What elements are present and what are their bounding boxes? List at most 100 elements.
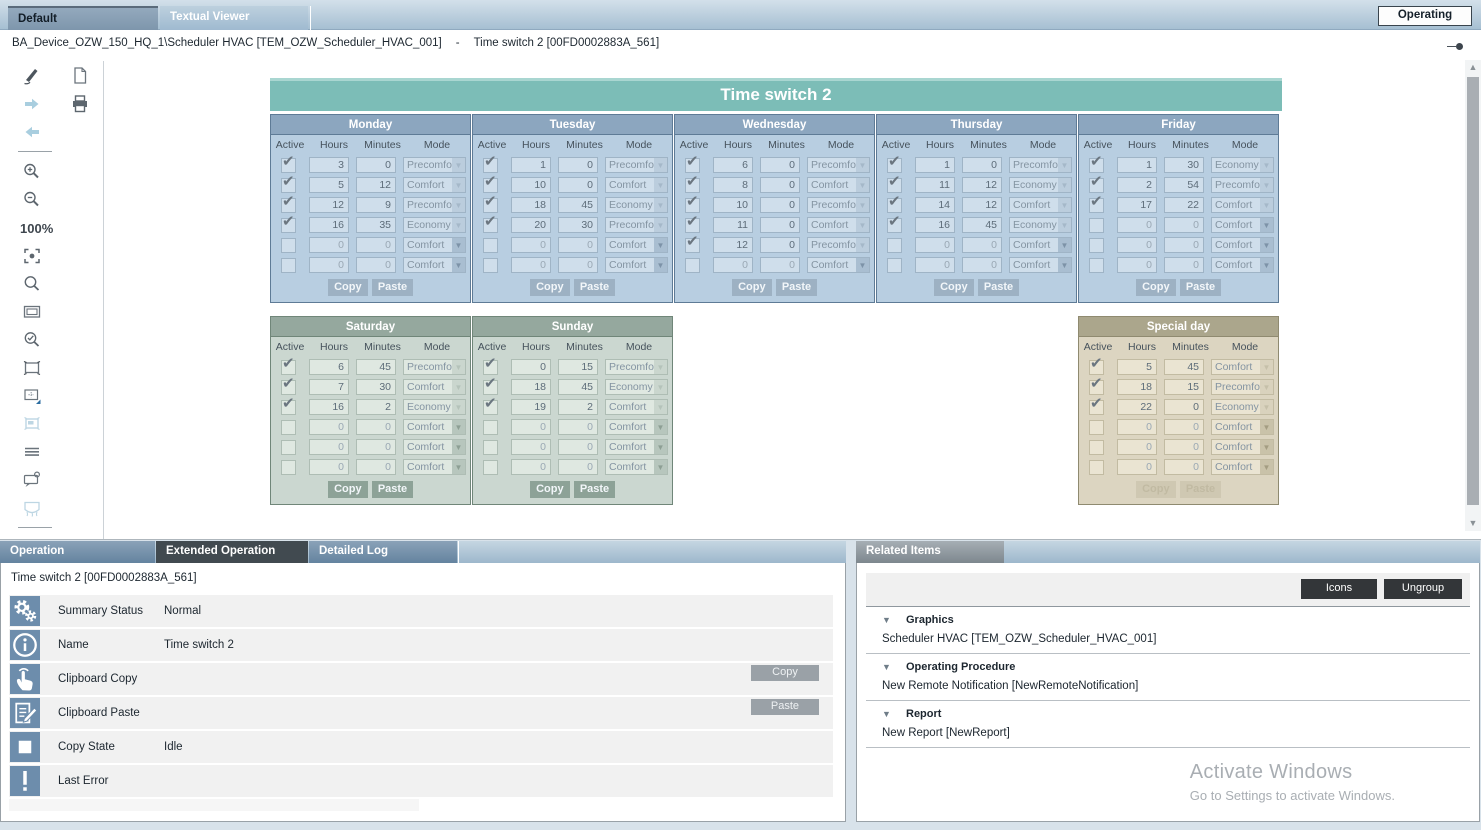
active-checkbox[interactable] — [281, 440, 296, 455]
mode-select[interactable]: Economy▼ — [403, 217, 466, 233]
active-checkbox[interactable] — [483, 258, 498, 273]
paste-button[interactable]: Paste — [574, 481, 615, 498]
section-header[interactable]: ▼Operating Procedure — [882, 661, 1470, 673]
ungroup-button[interactable]: Ungroup — [1384, 579, 1462, 599]
active-checkbox[interactable]: ✔ — [281, 198, 296, 213]
minutes-input[interactable]: 12 — [962, 197, 1002, 213]
dropdown-arrow-icon[interactable]: ▼ — [856, 198, 869, 212]
active-checkbox[interactable]: ✔ — [483, 198, 498, 213]
active-checkbox[interactable]: ✔ — [281, 178, 296, 193]
mode-select[interactable]: Comfort▼ — [1211, 217, 1274, 233]
hours-input[interactable]: 0 — [511, 359, 551, 375]
dropdown-arrow-icon[interactable]: ▼ — [654, 198, 667, 212]
pin-icon[interactable] — [1447, 43, 1463, 50]
minutes-input[interactable]: 54 — [1164, 177, 1204, 193]
tab-default[interactable]: Default — [8, 6, 158, 30]
minutes-input[interactable]: 0 — [558, 237, 598, 253]
active-checkbox[interactable] — [281, 460, 296, 475]
dropdown-arrow-icon[interactable]: ▼ — [654, 258, 667, 272]
dropdown-arrow-icon[interactable]: ▼ — [452, 420, 465, 434]
dropdown-arrow-icon[interactable]: ▼ — [452, 400, 465, 414]
section-item-link[interactable]: Scheduler HVAC [TEM_OZW_Scheduler_HVAC_0… — [882, 633, 1470, 645]
dropdown-arrow-icon[interactable]: ▼ — [1260, 258, 1273, 272]
minutes-input[interactable]: 45 — [558, 379, 598, 395]
dropdown-arrow-icon[interactable]: ▼ — [856, 238, 869, 252]
active-checkbox[interactable]: ✔ — [1089, 198, 1104, 213]
active-checkbox[interactable] — [1089, 218, 1104, 233]
hours-input[interactable]: 8 — [713, 177, 753, 193]
hours-input[interactable]: 0 — [511, 419, 551, 435]
mode-select[interactable]: Comfort▼ — [807, 217, 870, 233]
hours-input[interactable]: 0 — [511, 257, 551, 273]
dropdown-arrow-icon[interactable]: ▼ — [1260, 218, 1273, 232]
active-checkbox[interactable]: ✔ — [281, 360, 296, 375]
hours-input[interactable]: 0 — [309, 257, 349, 273]
collapse-triangle-icon[interactable]: ▼ — [882, 709, 906, 719]
mode-select[interactable]: Comfort▼ — [605, 177, 668, 193]
active-checkbox[interactable]: ✔ — [887, 218, 902, 233]
active-checkbox[interactable] — [1089, 420, 1104, 435]
tab-extended-operation[interactable]: Extended Operation — [156, 541, 308, 563]
mode-select[interactable]: Comfort▼ — [807, 257, 870, 273]
active-checkbox[interactable]: ✔ — [1089, 360, 1104, 375]
active-checkbox[interactable] — [483, 440, 498, 455]
hours-input[interactable]: 3 — [309, 157, 349, 173]
dropdown-arrow-icon[interactable]: ▼ — [1260, 420, 1273, 434]
tab-textual-viewer[interactable]: Textual Viewer — [160, 6, 308, 30]
active-checkbox[interactable]: ✔ — [483, 218, 498, 233]
layers-icon[interactable] — [20, 441, 44, 463]
pen-icon[interactable] — [20, 65, 44, 87]
dropdown-arrow-icon[interactable]: ▼ — [654, 178, 667, 192]
dropdown-arrow-icon[interactable]: ▼ — [856, 258, 869, 272]
mode-select[interactable]: Precomfort▼ — [807, 197, 870, 213]
dropdown-arrow-icon[interactable]: ▼ — [856, 158, 869, 172]
hours-input[interactable]: 18 — [511, 197, 551, 213]
minutes-input[interactable]: 0 — [760, 257, 800, 273]
minutes-input[interactable]: 15 — [1164, 379, 1204, 395]
active-checkbox[interactable] — [887, 238, 902, 253]
minutes-input[interactable]: 0 — [1164, 419, 1204, 435]
hours-input[interactable]: 0 — [309, 419, 349, 435]
active-checkbox[interactable]: ✔ — [685, 218, 700, 233]
dropdown-arrow-icon[interactable]: ▼ — [1260, 380, 1273, 394]
hours-input[interactable]: 0 — [309, 459, 349, 475]
copy-button[interactable]: Copy — [530, 279, 570, 296]
copy-button[interactable]: Copy — [732, 279, 772, 296]
dropdown-arrow-icon[interactable]: ▼ — [1260, 400, 1273, 414]
icons-button[interactable]: Icons — [1301, 579, 1377, 599]
dropdown-arrow-icon[interactable]: ▼ — [452, 238, 465, 252]
paste-button[interactable]: Paste — [751, 699, 819, 715]
minutes-input[interactable]: 2 — [356, 399, 396, 415]
copy-button[interactable]: Copy — [328, 279, 368, 296]
hours-input[interactable]: 10 — [713, 197, 753, 213]
dropdown-arrow-icon[interactable]: ▼ — [452, 178, 465, 192]
active-checkbox[interactable]: ✔ — [685, 238, 700, 253]
hours-input[interactable]: 0 — [1117, 439, 1157, 455]
dropdown-arrow-icon[interactable]: ▼ — [1058, 178, 1071, 192]
hours-input[interactable]: 0 — [511, 237, 551, 253]
minutes-input[interactable]: 0 — [760, 177, 800, 193]
minutes-input[interactable]: 0 — [962, 157, 1002, 173]
minutes-input[interactable]: 30 — [1164, 157, 1204, 173]
active-checkbox[interactable]: ✔ — [887, 178, 902, 193]
mode-select[interactable]: Precomfort▼ — [605, 217, 668, 233]
minutes-input[interactable]: 30 — [356, 379, 396, 395]
dropdown-arrow-icon[interactable]: ▼ — [452, 440, 465, 454]
hours-input[interactable]: 6 — [713, 157, 753, 173]
mode-select[interactable]: Comfort▼ — [403, 459, 466, 475]
active-checkbox[interactable]: ✔ — [1089, 158, 1104, 173]
dropdown-arrow-icon[interactable]: ▼ — [654, 360, 667, 374]
paste-button[interactable]: Paste — [574, 279, 615, 296]
dropdown-arrow-icon[interactable]: ▼ — [654, 158, 667, 172]
minutes-input[interactable]: 9 — [356, 197, 396, 213]
minutes-input[interactable]: 0 — [356, 439, 396, 455]
mode-select[interactable]: Economy▼ — [1211, 157, 1274, 173]
active-checkbox[interactable]: ✔ — [685, 158, 700, 173]
dropdown-arrow-icon[interactable]: ▼ — [452, 198, 465, 212]
dropdown-arrow-icon[interactable]: ▼ — [452, 218, 465, 232]
minutes-input[interactable]: 0 — [558, 157, 598, 173]
minutes-input[interactable]: 0 — [356, 459, 396, 475]
hours-input[interactable]: 5 — [1117, 359, 1157, 375]
dropdown-arrow-icon[interactable]: ▼ — [452, 360, 465, 374]
active-checkbox[interactable]: ✔ — [281, 400, 296, 415]
